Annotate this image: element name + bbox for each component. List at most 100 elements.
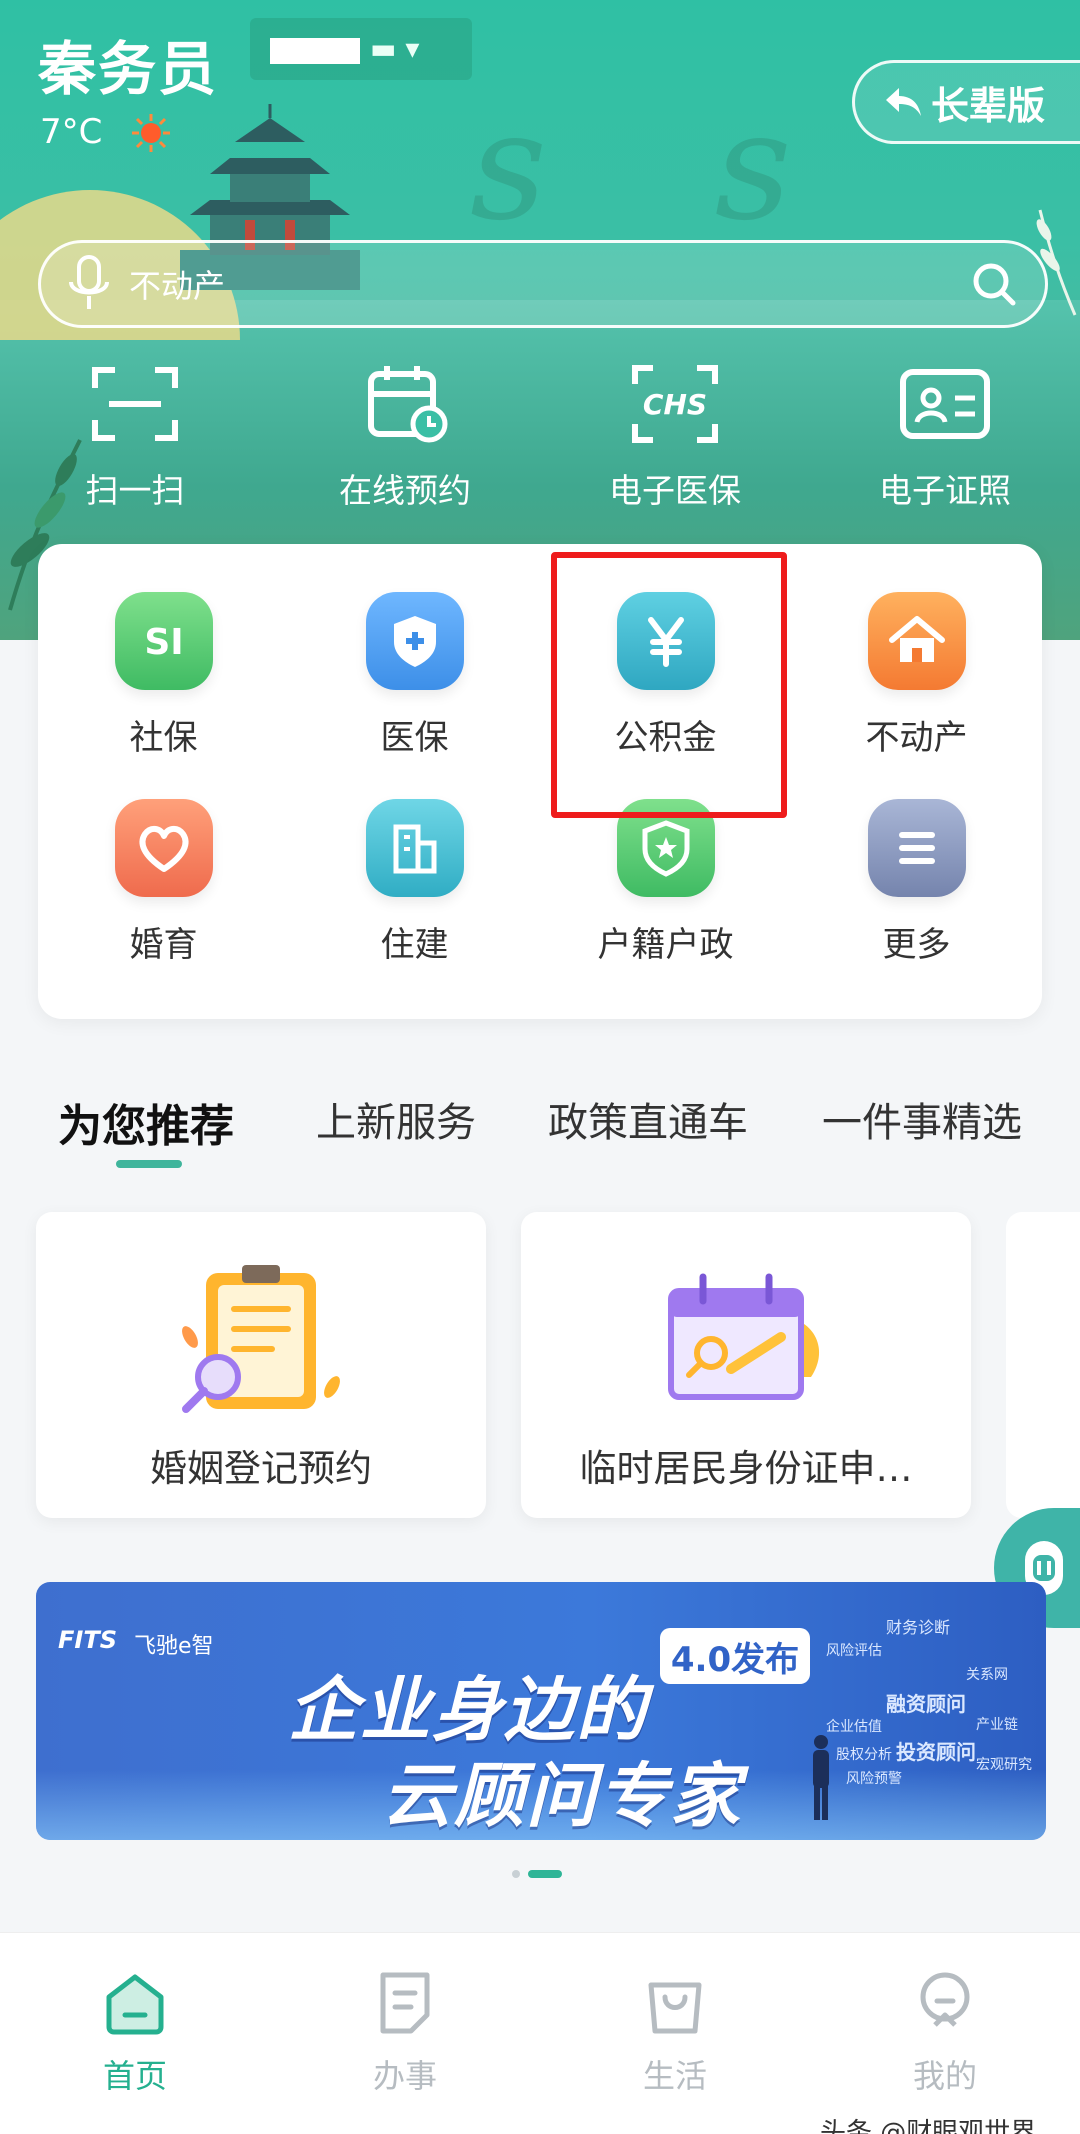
keyword: 宏观研究	[976, 1757, 1032, 1773]
service-label: 不动产	[865, 718, 968, 758]
promo-banner[interactable]: FITS 飞驰e智 企业身边的 云顾问专家 4.0发布 财务诊断 风险评估 融资…	[36, 1582, 1046, 1840]
service-more[interactable]: 更多	[791, 799, 1042, 966]
keyword: 财务诊断	[886, 1618, 951, 1637]
tab-new-services[interactable]: 上新服务	[316, 1090, 476, 1148]
recommend-card-title: 临时居民身份证申…	[579, 1447, 913, 1490]
banner-keyword-cloud: 财务诊断 风险评估 融资顾问 投资顾问 企业估值 产业链 关系网 股权分析 风险…	[826, 1604, 1036, 1804]
service-label: 住建	[380, 925, 449, 965]
user-icon	[920, 1972, 970, 2027]
nav-label: 生活	[642, 2057, 707, 2095]
region-suffix: ▬ ▾	[370, 32, 420, 65]
tab-featured[interactable]: 一件事精选	[822, 1090, 1022, 1148]
recommend-card-marriage[interactable]: 婚姻登记预约	[36, 1212, 486, 1518]
svg-text:SI: SI	[144, 622, 183, 663]
quick-action-label: 电子医保	[609, 471, 741, 510]
active-tab-indicator	[116, 1160, 182, 1168]
nav-life[interactable]: 生活	[540, 1933, 810, 2134]
temperature-label: 7°C	[40, 112, 103, 152]
quick-action-label: 扫一扫	[85, 471, 185, 510]
service-social-security[interactable]: SI 社保	[38, 592, 289, 759]
back-arrow-icon	[886, 88, 921, 116]
elder-mode-button[interactable]: 长辈版	[852, 60, 1080, 144]
keyword: 融资顾问	[886, 1692, 966, 1716]
redacted-block	[270, 38, 360, 64]
banner-logo: FITS	[58, 1626, 117, 1654]
microphone-icon[interactable]	[67, 254, 111, 314]
chs-icon: CHS	[632, 365, 718, 443]
nav-label: 我的	[912, 2057, 977, 2095]
calendar-search-icon	[668, 1273, 820, 1400]
banner-badge: 4.0发布	[660, 1628, 810, 1684]
si-icon: SI	[114, 592, 213, 690]
region-selector[interactable]: ▬ ▾	[250, 18, 472, 80]
carousel-dot-active	[528, 1870, 562, 1878]
elder-mode-label: 长辈版	[931, 83, 1046, 128]
services-card: SI 社保 医保 公积金 不动产 婚育 住建 户籍户政 更多	[38, 544, 1042, 1019]
building-icon	[365, 799, 464, 897]
quick-actions: 扫一扫 在线预约 CHS 电子医保 电子证照	[0, 362, 1080, 512]
shield-plus-icon	[365, 592, 464, 690]
document-icon	[380, 1972, 430, 2034]
recommend-card-title: 婚姻登记预约	[150, 1447, 372, 1490]
tab-policy[interactable]: 政策直通车	[548, 1090, 748, 1148]
nav-label: 办事	[372, 2057, 437, 2095]
sun-icon	[132, 114, 170, 152]
service-label: 婚育	[129, 925, 198, 965]
search-input[interactable]: 不动产	[129, 261, 969, 307]
quick-action-appointment[interactable]: 在线预约	[270, 362, 540, 512]
calligraphy-decoration: 𝑠 𝑠	[470, 80, 852, 254]
scan-icon	[92, 367, 178, 441]
keyword: 产业链	[976, 1717, 1018, 1733]
person-silhouette-icon	[813, 1735, 829, 1820]
quick-action-medical-insurance[interactable]: CHS 电子医保	[540, 362, 810, 512]
nav-label: 首页	[102, 2057, 167, 2095]
svg-text:CHS: CHS	[643, 388, 707, 421]
quick-action-e-license[interactable]: 电子证照	[810, 362, 1080, 512]
calendar-clock-icon	[368, 366, 448, 443]
heart-icon	[114, 799, 213, 897]
yen-icon	[616, 592, 715, 690]
id-card-icon	[900, 369, 990, 439]
carousel-indicator	[512, 1870, 562, 1878]
keyword: 风险预警	[846, 1771, 902, 1787]
quick-action-label: 在线预约	[339, 471, 471, 510]
tab-recommended[interactable]: 为您推荐	[58, 1090, 234, 1154]
watermark-label: 头条 @财眼观世界	[820, 2118, 1037, 2134]
keyword: 关系网	[966, 1667, 1008, 1683]
banner-headline-2: 云顾问专家	[382, 1755, 742, 1837]
shopping-bag-icon	[648, 1982, 702, 2034]
search-icon[interactable]	[969, 259, 1019, 309]
nav-mine[interactable]: 我的	[810, 1933, 1080, 2134]
quick-action-label: 电子证照	[879, 471, 1011, 510]
nav-services[interactable]: 办事	[270, 1933, 540, 2134]
recommend-card-temp-id[interactable]: 临时居民身份证申…	[521, 1212, 971, 1518]
service-label: 社保	[129, 718, 198, 758]
nav-home[interactable]: 首页	[0, 1933, 270, 2134]
service-label: 户籍户政	[597, 925, 734, 965]
bottom-navigation: 首页 办事 生活 我的	[0, 1932, 1080, 2134]
keyword: 投资顾问	[896, 1740, 976, 1764]
service-label: 医保	[380, 718, 449, 758]
service-medical-insurance[interactable]: 医保	[289, 592, 540, 759]
service-marriage-birth[interactable]: 婚育	[38, 799, 289, 966]
keyword: 风险评估	[826, 1643, 882, 1659]
search-bar[interactable]: 不动产	[38, 240, 1048, 328]
house-icon	[867, 592, 966, 690]
police-shield-icon	[616, 799, 715, 897]
service-housing-construction[interactable]: 住建	[289, 799, 540, 966]
service-label: 公积金	[614, 718, 717, 758]
keyword: 股权分析	[836, 1747, 892, 1763]
service-housing-fund[interactable]: 公积金	[540, 592, 791, 759]
service-household-registration[interactable]: 户籍户政	[540, 799, 791, 966]
banner-logo-sub: 飞驰e智	[134, 1634, 214, 1659]
recommend-card-peek[interactable]	[1006, 1212, 1080, 1518]
service-real-estate[interactable]: 不动产	[791, 592, 1042, 759]
city-selector[interactable]: 秦务员	[38, 22, 218, 106]
content-tabs: 为您推荐 上新服务 政策直通车 一件事精选	[0, 1090, 1080, 1170]
carousel-dot	[512, 1870, 520, 1878]
service-label: 更多	[882, 925, 951, 965]
more-icon	[867, 799, 966, 897]
quick-action-scan[interactable]: 扫一扫	[0, 362, 270, 512]
home-icon	[106, 1974, 164, 2035]
clipboard-search-icon	[182, 1265, 340, 1413]
